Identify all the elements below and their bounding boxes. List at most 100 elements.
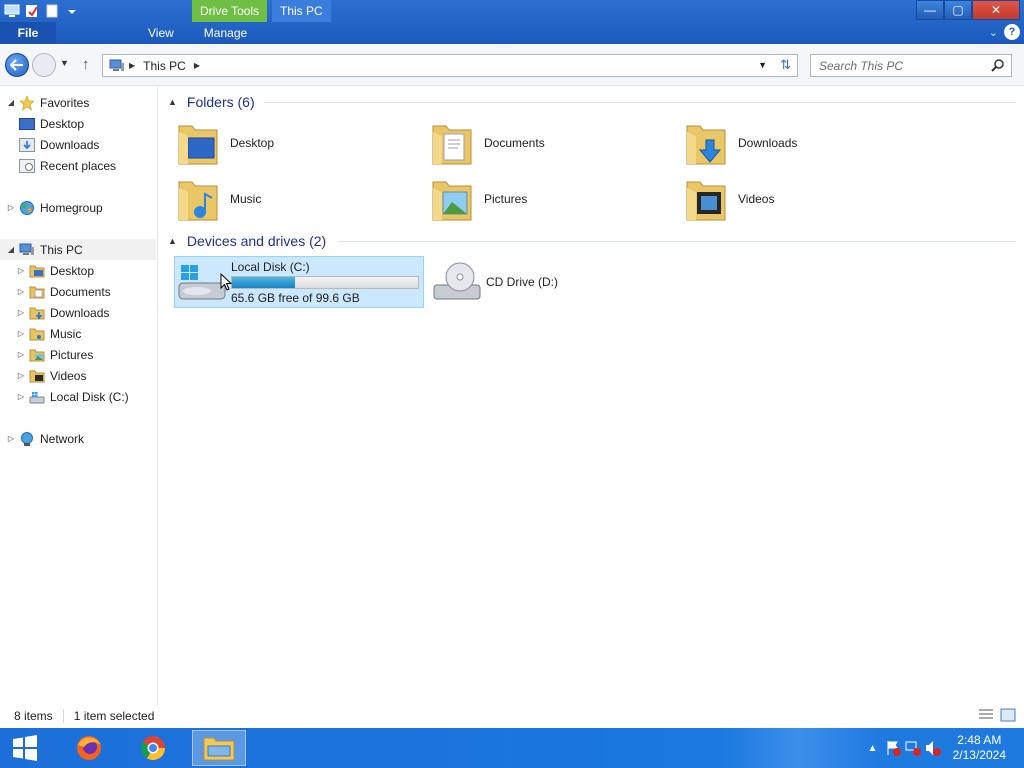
search-input[interactable]: Search This PC: [810, 54, 1012, 77]
nav-this-pc[interactable]: ◢ This PC: [0, 239, 156, 260]
nav-favorites-recent-places[interactable]: Recent places: [18, 155, 116, 176]
large-icons-view-icon[interactable]: [1000, 708, 1016, 722]
nav-favorites[interactable]: ◢ Favorites: [6, 92, 89, 113]
collapse-group-icon[interactable]: ▲: [168, 97, 177, 107]
drive-free-space: 65.6 GB free of 99.6 GB: [231, 290, 360, 305]
address-dropdown-icon[interactable]: ▼: [758, 60, 767, 70]
nav-this-pc-desktop[interactable]: ▷ Desktop: [16, 260, 94, 281]
chrome-icon: [140, 736, 165, 761]
expand-ribbon-icon[interactable]: ⌄: [989, 26, 998, 39]
collapse-icon[interactable]: ◢: [6, 98, 16, 107]
clock[interactable]: 2:48 AM 2/13/2024: [943, 733, 1024, 763]
drive-name: Local Disk (C:): [231, 259, 310, 274]
folder-tile-pictures[interactable]: Pictures: [430, 173, 527, 225]
folder-label: Desktop: [230, 136, 275, 150]
downloads-icon: [18, 137, 36, 153]
breadcrumb-separator-icon[interactable]: ▶: [129, 61, 135, 70]
status-divider: [62, 709, 64, 723]
tab-file[interactable]: File: [0, 22, 56, 44]
expand-icon[interactable]: ▷: [16, 392, 26, 401]
nav-network[interactable]: ▷ Network: [6, 428, 84, 449]
status-bar: 8 items 1 item selected: [0, 706, 1024, 726]
start-button[interactable]: [0, 730, 50, 766]
folders-group-header[interactable]: ▲ Folders (6): [168, 92, 255, 112]
expand-icon[interactable]: ▷: [16, 266, 26, 275]
nav-this-pc-documents[interactable]: ▷ Documents: [16, 281, 111, 302]
network-icon: [18, 431, 36, 447]
pictures-folder-icon: [28, 347, 46, 363]
refresh-icon[interactable]: ⇅: [780, 57, 791, 73]
nav-favorites-downloads[interactable]: Downloads: [18, 134, 99, 155]
search-icon[interactable]: [991, 58, 1005, 72]
expand-icon[interactable]: ▷: [6, 434, 16, 443]
taskbar: ▲ 2:48 AM 2/13/2024: [0, 728, 1024, 768]
maximize-button[interactable]: ▢: [944, 0, 972, 20]
expand-icon[interactable]: ▷: [16, 371, 26, 380]
qat-dropdown-icon[interactable]: [64, 3, 80, 19]
ribbon-right: ⌄ ?: [989, 24, 1020, 40]
folder-tile-desktop[interactable]: Desktop: [176, 117, 274, 169]
details-view-icon[interactable]: [978, 708, 994, 722]
clock-time: 2:48 AM: [957, 733, 1002, 747]
folder-tile-documents[interactable]: Documents: [430, 117, 545, 169]
videos-folder-icon: [686, 181, 726, 221]
folder-tile-music[interactable]: Music: [176, 173, 261, 225]
action-center-icon[interactable]: [883, 740, 903, 756]
address-row: ▼ ↑ ▶ This PC ▶ ▼ ⇅ Search This PC: [0, 44, 1024, 86]
recent-places-icon: [18, 158, 36, 174]
recent-locations-dropdown-icon[interactable]: ▼: [60, 58, 69, 68]
nav-this-pc-downloads[interactable]: ▷ Downloads: [16, 302, 109, 323]
expand-icon[interactable]: ▷: [6, 203, 16, 212]
ribbon-tabs: File View Manage: [0, 22, 261, 44]
back-button[interactable]: [5, 53, 29, 77]
collapse-group-icon[interactable]: ▲: [168, 236, 177, 246]
expand-icon[interactable]: ▷: [16, 308, 26, 317]
taskbar-firefox[interactable]: [64, 730, 114, 766]
group-divider: [338, 241, 1016, 242]
group-title: Folders (6): [186, 94, 255, 110]
taskbar-chrome[interactable]: [128, 730, 178, 766]
drive-tools-tab-group[interactable]: Drive Tools: [192, 0, 268, 22]
expand-icon[interactable]: ▷: [16, 350, 26, 359]
tab-manage[interactable]: Manage: [190, 22, 261, 44]
breadcrumb-separator-icon[interactable]: ▶: [194, 61, 200, 70]
nav-label: Music: [50, 326, 82, 341]
help-icon[interactable]: ?: [1004, 24, 1020, 40]
minimize-button[interactable]: —: [916, 0, 944, 20]
address-box[interactable]: ▶ This PC ▶ ▼ ⇅: [102, 54, 798, 77]
nav-this-pc-music[interactable]: ▷ Music: [16, 323, 81, 344]
close-button[interactable]: ✕: [972, 0, 1020, 20]
show-hidden-icons-icon[interactable]: ▲: [863, 743, 883, 754]
drives-group-header[interactable]: ▲ Devices and drives (2): [168, 231, 326, 251]
clock-date: 2/13/2024: [952, 748, 1006, 762]
nav-homegroup[interactable]: ▷ Homegroup: [6, 197, 103, 218]
expand-icon[interactable]: ▷: [16, 287, 26, 296]
up-arrow-icon[interactable]: ↑: [82, 56, 90, 73]
nav-this-pc-videos[interactable]: ▷ Videos: [16, 365, 87, 386]
properties-icon[interactable]: [24, 3, 40, 19]
network-status-icon[interactable]: [903, 740, 923, 756]
drive-tile-cd-drive[interactable]: CD Drive (D:): [430, 256, 610, 308]
new-folder-icon[interactable]: [44, 3, 60, 19]
folder-tile-downloads[interactable]: Downloads: [684, 117, 797, 169]
nav-label: Desktop: [50, 263, 95, 278]
drive-info: Local Disk (C:) 65.6 GB free of 99.6 GB: [231, 260, 419, 305]
nav-this-pc-local-disk[interactable]: ▷ Local Disk (C:): [16, 386, 129, 407]
collapse-icon[interactable]: ◢: [6, 245, 16, 254]
nav-favorites-desktop[interactable]: Desktop: [18, 113, 84, 134]
breadcrumb-this-pc[interactable]: This PC: [143, 59, 186, 73]
drive-tile-local-disk[interactable]: Local Disk (C:) 65.6 GB free of 99.6 GB: [174, 256, 424, 308]
tab-view[interactable]: View: [134, 22, 188, 44]
expand-icon[interactable]: ▷: [16, 329, 26, 338]
nav-label: Homegroup: [40, 200, 103, 215]
volume-muted-icon[interactable]: [923, 740, 943, 756]
this-pc-icon[interactable]: [4, 3, 20, 19]
star-icon: [18, 94, 36, 111]
taskbar-file-explorer[interactable]: [192, 730, 246, 766]
folder-tile-videos[interactable]: Videos: [684, 173, 774, 225]
forward-button[interactable]: [32, 53, 56, 77]
selection-count: 1 item selected: [73, 709, 155, 723]
nav-this-pc-pictures[interactable]: ▷ Pictures: [16, 344, 93, 365]
folder-label: Videos: [738, 192, 775, 206]
pictures-folder-icon: [432, 181, 472, 221]
